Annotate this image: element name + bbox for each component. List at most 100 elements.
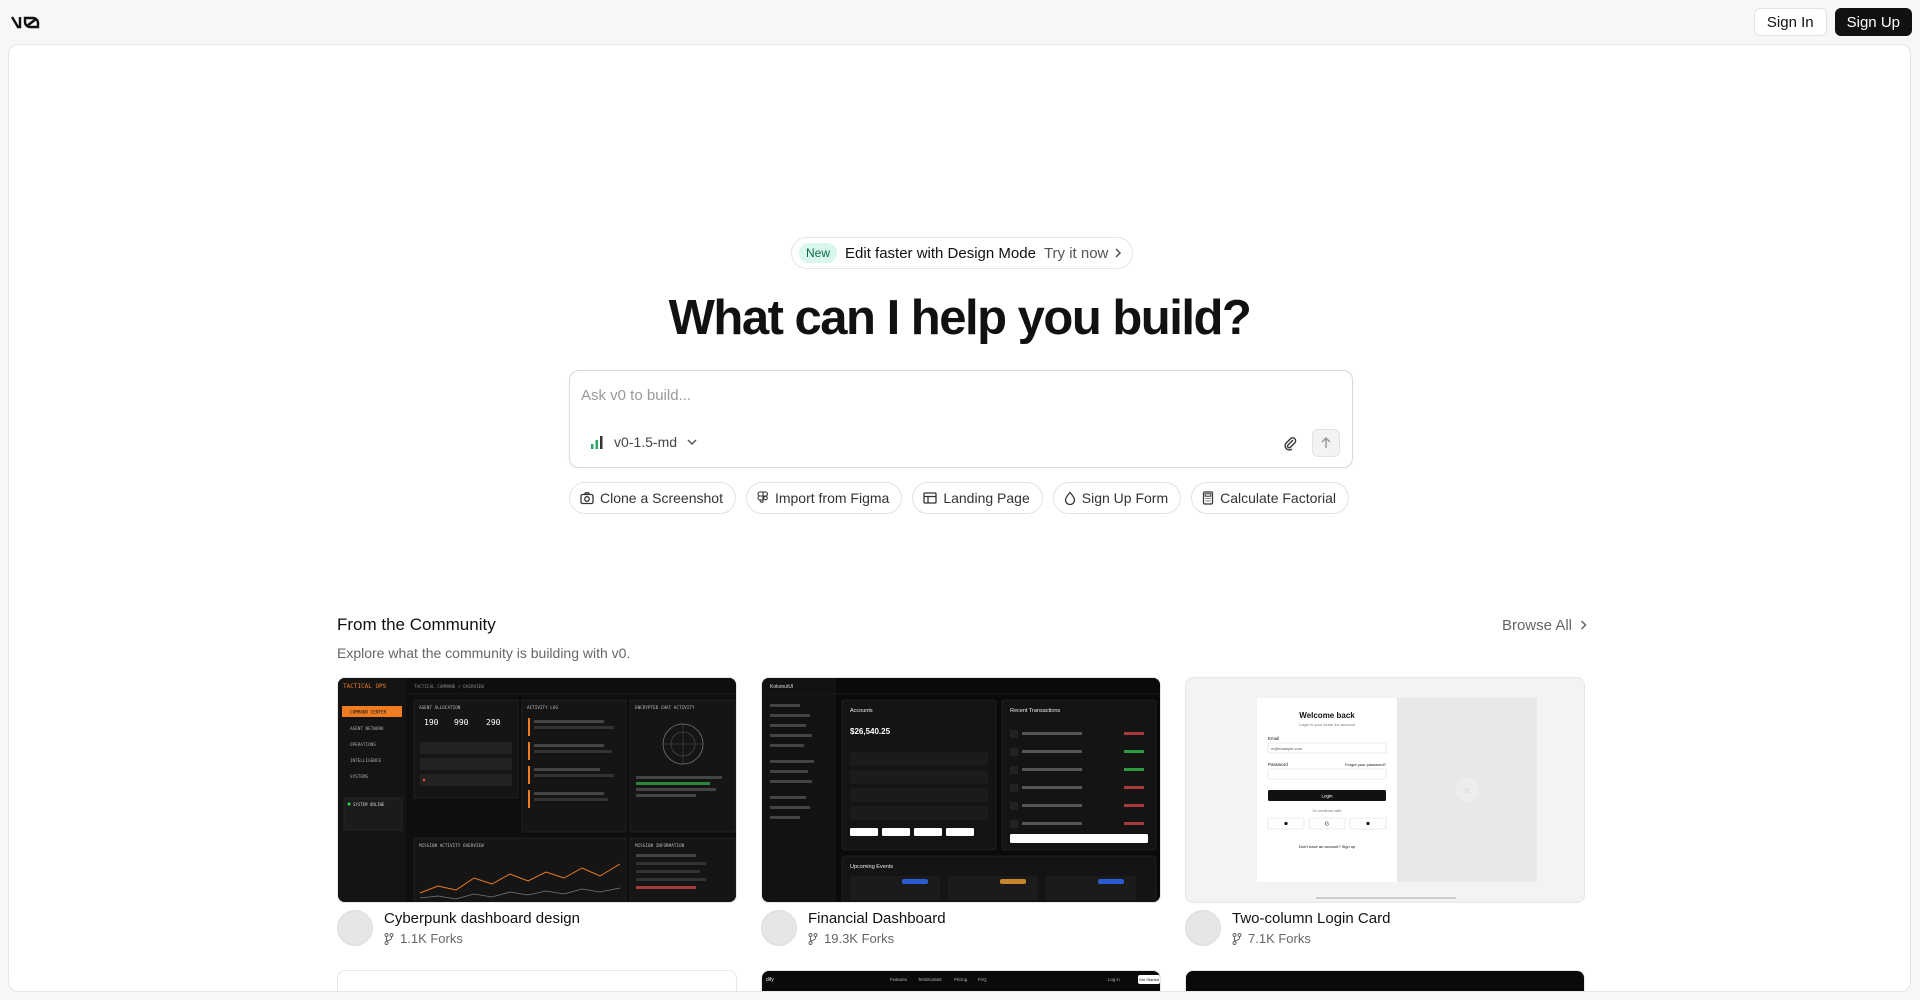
- chip-import-figma[interactable]: Import from Figma: [745, 482, 903, 514]
- paperclip-icon: [1284, 437, 1297, 451]
- community-card[interactable]: KokonutUI Accounts $26,540.25 Recent Tra…: [761, 677, 1161, 946]
- chevron-down-icon: [687, 439, 697, 446]
- card-thumbnail[interactable]: [1185, 970, 1585, 991]
- signal-bars-icon: [591, 436, 603, 449]
- login-password-label: Password: [1268, 762, 1288, 767]
- announcement-pill[interactable]: New Edit faster with Design Mode Try it …: [791, 237, 1134, 269]
- chevron-right-icon: [1115, 248, 1122, 258]
- cyber-panel-title: MISSION ACTIVITY OVERVIEW: [419, 843, 484, 849]
- announcement-text: Edit faster with Design Mode: [845, 244, 1036, 262]
- cyber-nav-item: OPERATIONS: [350, 742, 376, 748]
- finance-recent-title: Recent Transactions: [1010, 708, 1060, 714]
- login-title: Welcome back: [1299, 711, 1355, 720]
- svg-text:▢: ▢: [1465, 788, 1470, 794]
- card-thumbnail[interactable]: dify Features Testimonials Pricing FAQ L…: [761, 970, 1161, 991]
- chip-landing-page[interactable]: Landing Page: [912, 482, 1043, 514]
- finance-accounts-title: Accounts: [850, 708, 873, 714]
- login-signup-link: Don't have an account? Sign up: [1299, 844, 1356, 849]
- cyber-panel-title: AGENT ALLOCATION: [419, 705, 461, 711]
- send-button[interactable]: [1312, 429, 1340, 457]
- figma-icon: [757, 491, 769, 503]
- chevron-right-icon: [1580, 620, 1587, 630]
- login-preview: ▢ Welcome back Login to your Acme Inc ac…: [1186, 678, 1584, 902]
- arrow-up-icon: [1321, 436, 1331, 448]
- login-button-label: Login: [1321, 794, 1333, 799]
- finance-events-title: Upcoming Events: [850, 864, 893, 870]
- nav-link: FAQ: [978, 977, 987, 982]
- prompt-box: v0-1.5-md: [569, 370, 1353, 468]
- author-avatar[interactable]: [761, 910, 797, 946]
- author-avatar[interactable]: [1185, 910, 1221, 946]
- model-selector[interactable]: v0-1.5-md: [590, 434, 697, 450]
- sign-up-button[interactable]: Sign Up: [1834, 8, 1912, 36]
- svg-text:G: G: [1325, 822, 1329, 828]
- cyber-panel-title: MISSION INFORMATION: [635, 843, 685, 849]
- chip-label: Clone a Screenshot: [600, 490, 723, 506]
- browse-all-link[interactable]: Browse All: [1502, 617, 1587, 634]
- chip-sign-up-form[interactable]: Sign Up Form: [1052, 482, 1182, 514]
- login-forgot-link: Forgot your password?: [1345, 762, 1387, 767]
- page-title: What can I help you build?: [668, 291, 1252, 345]
- fork-count-label: 7.1K Forks: [1248, 931, 1311, 946]
- chip-label: Landing Page: [943, 490, 1030, 506]
- financial-preview: KokonutUI Accounts $26,540.25 Recent Tra…: [762, 678, 1160, 902]
- nav-link: Pricing: [954, 977, 968, 982]
- cyber-panel-title: ACTIVITY LOG: [527, 705, 558, 711]
- chip-label: Import from Figma: [774, 490, 890, 506]
- community-card[interactable]: dify Features Testimonials Pricing FAQ L…: [761, 970, 1161, 991]
- login-email-placeholder: m@example.com: [1271, 746, 1303, 751]
- sign-in-button[interactable]: Sign In: [1753, 8, 1827, 36]
- card-thumbnail[interactable]: ▢ Welcome back Login to your Acme Inc ac…: [1185, 677, 1585, 903]
- v0-logo[interactable]: [8, 8, 44, 36]
- card-title: Cyberpunk dashboard design: [384, 910, 580, 927]
- community-cards-row-2: dify Features Testimonials Pricing FAQ L…: [337, 970, 1585, 992]
- community-card[interactable]: [1185, 970, 1585, 991]
- cyber-nav-item: COMMAND CENTER: [350, 710, 387, 716]
- cyber-stat: 290: [486, 718, 501, 727]
- login-subtitle: Login to your Acme Inc account: [1299, 722, 1356, 727]
- card-title: Financial Dashboard: [808, 910, 946, 927]
- card-thumbnail[interactable]: TACTICAL OPS COMMAND CENTER AGENT NETWOR…: [337, 677, 737, 903]
- nav-cta: Get Started: [1139, 977, 1159, 982]
- layout-icon: [923, 492, 937, 504]
- prompt-input[interactable]: [581, 383, 1321, 407]
- fork-count-label: 1.1K Forks: [400, 931, 463, 946]
- community-card[interactable]: TACTICAL OPS COMMAND CENTER AGENT NETWOR…: [337, 677, 737, 946]
- community-section: From the Community Browse All Explore wh…: [337, 615, 1587, 946]
- droplet-icon: [1064, 491, 1075, 505]
- v0-logo-icon: [11, 16, 40, 29]
- cyber-brand: TACTICAL OPS: [343, 683, 387, 690]
- main-panel: New Edit faster with Design Mode Try it …: [8, 44, 1911, 992]
- camera-icon: [580, 492, 594, 505]
- card-title: Two-column Login Card: [1232, 910, 1391, 927]
- cyber-nav-item: INTELLIGENCE: [350, 758, 381, 764]
- calculator-icon: [1203, 491, 1214, 505]
- card-thumbnail[interactable]: [337, 970, 737, 992]
- fork-count: 7.1K Forks: [1232, 931, 1390, 946]
- card-preview: [338, 971, 737, 992]
- chip-calculate-factorial[interactable]: Calculate Factorial: [1191, 482, 1350, 514]
- chip-label: Calculate Factorial: [1220, 490, 1337, 506]
- cyber-nav-item: AGENT NETWORK: [350, 726, 384, 732]
- svg-text:dify: dify: [766, 977, 774, 983]
- fork-icon: [808, 932, 818, 945]
- cyber-nav-item: SYSTEMS: [350, 774, 369, 780]
- community-card[interactable]: ▢ Welcome back Login to your Acme Inc ac…: [1185, 677, 1585, 946]
- card-thumbnail[interactable]: KokonutUI Accounts $26,540.25 Recent Tra…: [761, 677, 1161, 903]
- cyber-breadcrumb: TACTICAL COMMAND / OVERVIEW: [414, 684, 484, 690]
- cyber-stat: 190: [424, 718, 439, 727]
- cyber-stat: 990: [454, 718, 469, 727]
- cyberpunk-preview: TACTICAL OPS COMMAND CENTER AGENT NETWOR…: [338, 678, 736, 902]
- nav-login: Log in: [1108, 977, 1120, 982]
- chip-clone-screenshot[interactable]: Clone a Screenshot: [569, 482, 736, 514]
- cyber-status: SYSTEM ONLINE: [353, 802, 385, 807]
- fork-icon: [384, 932, 394, 945]
- card-preview: dify Features Testimonials Pricing FAQ L…: [766, 975, 1160, 984]
- new-badge: New: [799, 243, 838, 263]
- login-divider: Or continue with: [1313, 808, 1342, 813]
- try-it-now-link[interactable]: Try it now: [1044, 245, 1122, 262]
- chip-label: Sign Up Form: [1081, 490, 1169, 506]
- attach-button[interactable]: [1278, 429, 1302, 457]
- author-avatar[interactable]: [337, 910, 373, 946]
- community-card[interactable]: [337, 970, 737, 992]
